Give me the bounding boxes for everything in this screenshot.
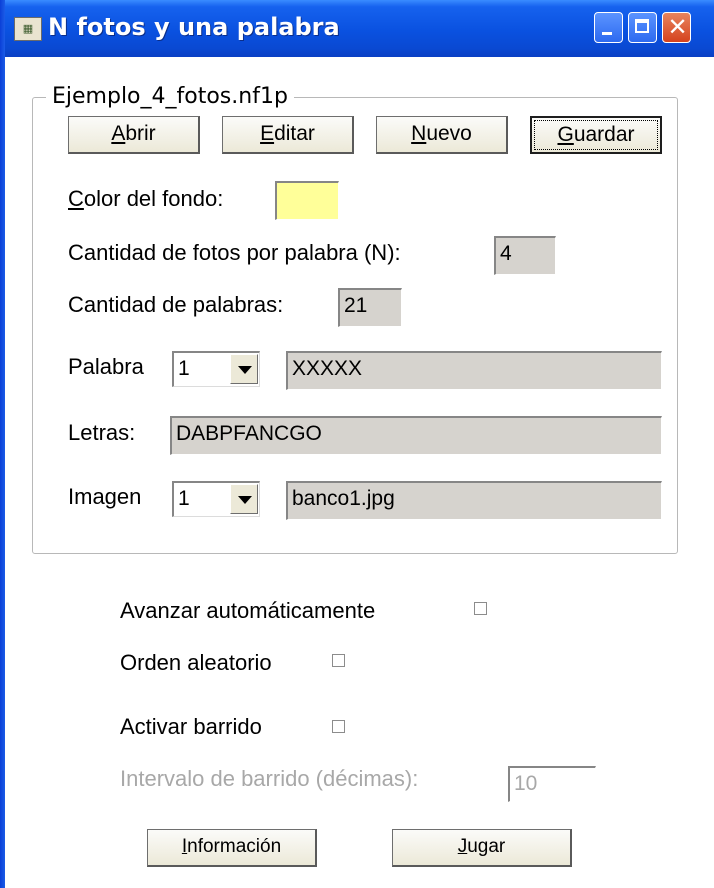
app-icon[interactable]: ▦ [14,17,42,41]
new-button[interactable]: Nuevo [376,116,508,154]
scan-interval-label: Intervalo de barrido (décimas): [120,766,419,791]
edit-button[interactable]: Editar [222,116,354,154]
random-order-label: Orden aleatorio [120,650,272,675]
bg-color-swatch[interactable] [275,181,339,220]
word-index-select[interactable]: 1 [172,351,260,387]
word-dropdown-button[interactable] [230,354,258,384]
n-label: Cantidad de fotos por palabra (N): [68,240,401,265]
window-title: N fotos y una palabra [48,13,340,41]
info-button[interactable]: Información [147,829,317,867]
title-bar[interactable]: ▦ N fotos y una palabra ✕ [0,0,714,57]
letters-input[interactable]: DABPFANCGO [170,416,662,455]
chevron-down-icon [238,496,252,504]
letters-label: Letras: [68,420,136,445]
window-left-border [0,0,5,888]
word-label: Palabra [68,354,144,379]
edit-label: ditar [274,122,315,145]
words-count-input[interactable]: 21 [338,288,402,327]
play-button[interactable]: Jugar [392,829,572,867]
save-label: uardar [573,123,635,146]
open-label: brir [125,122,156,145]
image-label: Imagen [68,484,142,509]
main-window: ▦ N fotos y una palabra ✕ Ejemplo_4_foto… [0,0,714,888]
bg-color-label-text: olor del fondo: [83,186,224,211]
auto-advance-checkbox[interactable] [474,602,487,615]
scan-label: Activar barrido [120,714,262,739]
scan-interval-input: 10 [508,766,596,802]
bg-color-mnemonic: C [68,186,84,211]
groupbox-legend: Ejemplo_4_fotos.nf1p [46,84,294,109]
save-button[interactable]: Guardar [530,116,662,154]
close-button[interactable]: ✕ [662,12,691,43]
play-label: ugar [467,836,506,857]
new-label: uevo [426,122,472,145]
auto-advance-label: Avanzar automáticamente [120,598,376,623]
word-input[interactable]: XXXXX [286,351,662,390]
word-index-value: 1 [178,357,190,380]
image-index-value: 1 [178,487,190,510]
bg-color-label: Color del fondo: [68,186,223,212]
open-mnemonic: A [111,122,126,145]
image-file-input[interactable]: banco1.jpg [286,481,662,520]
save-focus-rect: Guardar [534,120,658,150]
new-mnemonic: N [411,122,427,145]
maximize-button[interactable] [628,12,657,43]
words-count-label: Cantidad de palabras: [68,292,284,317]
image-index-select[interactable]: 1 [172,481,260,517]
edit-mnemonic: E [260,122,275,145]
minimize-icon [602,32,612,35]
open-button[interactable]: Abrir [68,116,200,154]
minimize-button[interactable] [594,12,623,43]
close-icon: ✕ [667,13,688,41]
save-mnemonic: G [557,123,574,146]
random-order-checkbox[interactable] [332,654,345,667]
info-label: nformación [187,836,282,857]
chevron-down-icon [238,366,252,374]
maximize-icon [635,19,649,33]
image-dropdown-button[interactable] [230,484,258,514]
n-input[interactable]: 4 [494,236,556,275]
scan-checkbox[interactable] [332,720,345,733]
play-mnemonic: J [457,836,468,857]
